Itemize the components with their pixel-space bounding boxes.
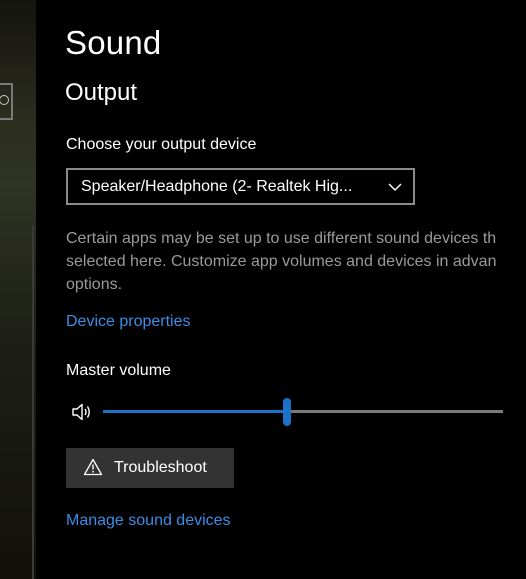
troubleshoot-label: Troubleshoot — [114, 459, 207, 476]
output-description: Certain apps may be set up to use differ… — [66, 227, 526, 296]
section-title-output: Output — [65, 79, 138, 106]
search-icon — [0, 95, 9, 105]
manage-sound-devices-link[interactable]: Manage sound devices — [66, 512, 231, 530]
sound-settings-window: Sound Output Choose your output device S… — [0, 0, 526, 579]
troubleshoot-button[interactable]: Troubleshoot — [66, 448, 234, 488]
search-box-edge[interactable] — [0, 83, 13, 120]
page-title: Sound — [65, 24, 162, 61]
output-device-selected: Speaker/Headphone (2- Realtek Hig... — [81, 178, 353, 195]
master-volume-slider[interactable] — [103, 396, 503, 428]
slider-thumb[interactable] — [283, 398, 291, 426]
description-line: Certain apps may be set up to use differ… — [66, 230, 497, 247]
slider-fill — [103, 410, 287, 413]
description-line: options. — [66, 276, 123, 293]
desktop-background-strip — [0, 0, 36, 579]
speaker-icon[interactable] — [71, 402, 93, 422]
device-properties-link[interactable]: Device properties — [66, 313, 191, 331]
output-device-label: Choose your output device — [66, 136, 257, 153]
warning-icon — [83, 458, 103, 476]
master-volume-label: Master volume — [66, 362, 171, 379]
scrollbar-track[interactable] — [32, 225, 34, 579]
master-volume-row — [66, 396, 506, 428]
output-device-dropdown[interactable]: Speaker/Headphone (2- Realtek Hig... — [66, 168, 415, 205]
chevron-down-icon — [388, 183, 402, 191]
settings-content: Sound Output Choose your output device S… — [36, 0, 526, 579]
description-line: selected here. Customize app volumes and… — [66, 253, 497, 270]
